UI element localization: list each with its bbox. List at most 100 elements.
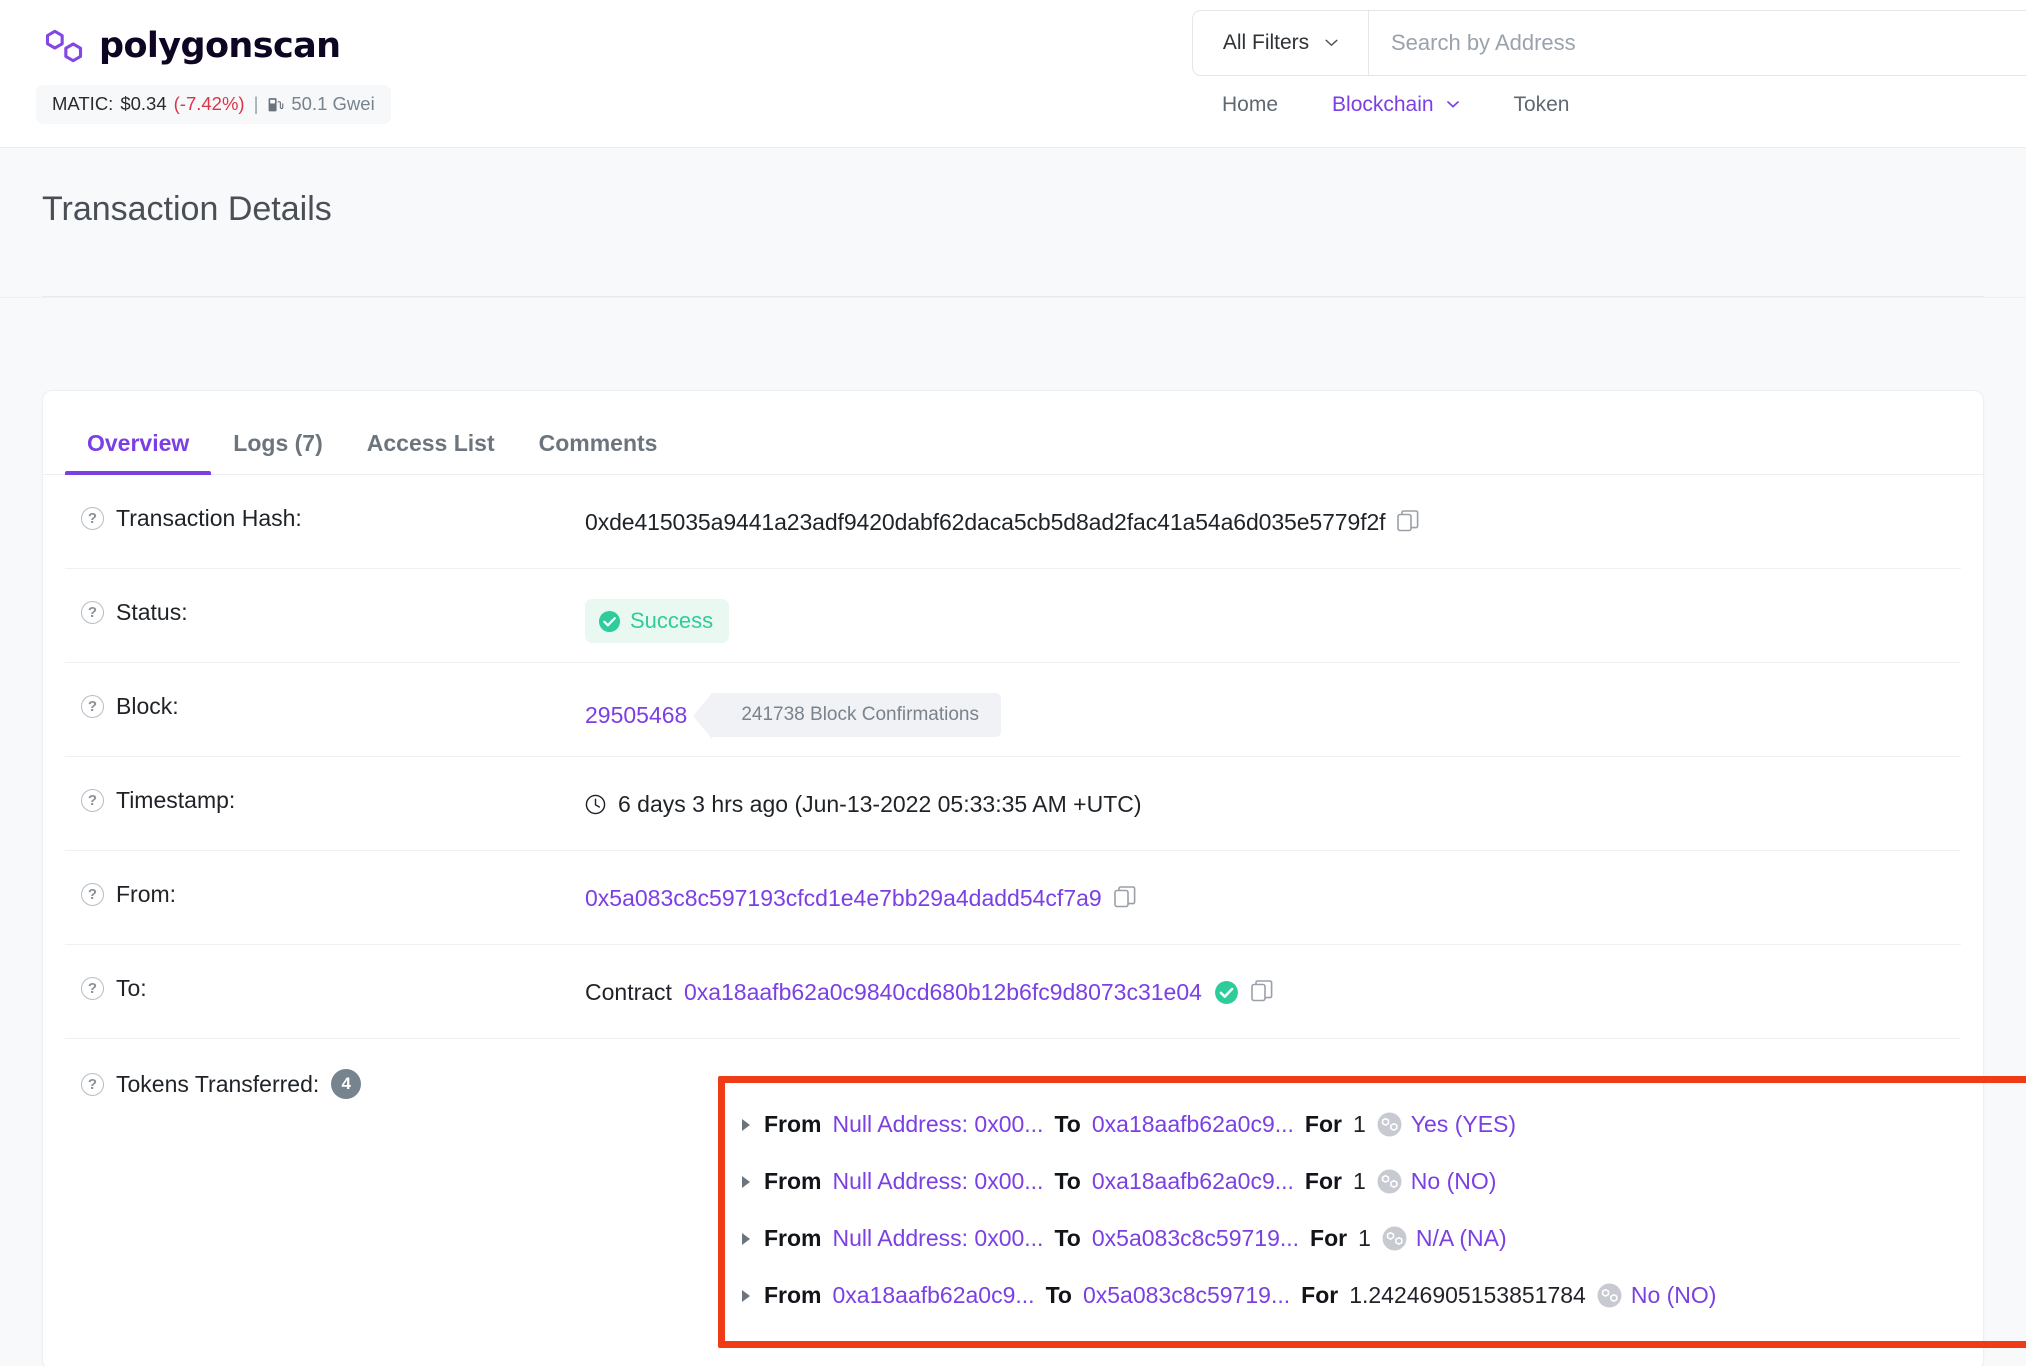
ticker-change: (-7.42%) — [174, 93, 245, 115]
chevron-down-icon — [1325, 39, 1338, 47]
verified-check-icon — [1214, 980, 1239, 1005]
copy-icon[interactable] — [1397, 510, 1419, 534]
transfer-from-link[interactable]: Null Address: 0x00... — [833, 1168, 1044, 1195]
token-chip[interactable]: No (NO) — [1597, 1282, 1717, 1309]
help-icon[interactable]: ? — [81, 789, 104, 812]
all-filters-label: All Filters — [1223, 31, 1309, 55]
tab-bar: Overview Logs (7) Access List Comments — [43, 391, 1983, 475]
token-name-link[interactable]: No (NO) — [1631, 1282, 1717, 1309]
value-block: 29505468 241738 Block Confirmations — [585, 693, 1961, 737]
main-nav: Home Blockchain Token — [1222, 93, 1569, 117]
for-keyword: For — [1301, 1282, 1338, 1309]
search-bar: All Filters — [1192, 10, 2026, 76]
table-row: From Null Address: 0x00... To 0x5a083c8c… — [742, 1210, 2026, 1267]
status-text: Success — [630, 608, 713, 634]
transfer-from-link[interactable]: Null Address: 0x00... — [833, 1225, 1044, 1252]
ticker-price: $0.34 — [120, 93, 166, 115]
tab-logs[interactable]: Logs (7) — [211, 430, 344, 474]
copy-icon[interactable] — [1251, 980, 1273, 1004]
row-status: ? Status: Success — [65, 569, 1961, 663]
transfer-to-link[interactable]: 0x5a083c8c59719... — [1092, 1225, 1299, 1252]
clock-icon — [585, 794, 606, 815]
transfer-amount: 1 — [1353, 1111, 1366, 1138]
label-text: Transaction Hash: — [116, 505, 302, 532]
label-status: ? Status: — [65, 599, 585, 626]
to-keyword: To — [1054, 1111, 1080, 1138]
help-icon[interactable]: ? — [81, 1073, 104, 1096]
row-from: ? From: 0x5a083c8c597193cfcd1e4e7bb29a4d… — [65, 851, 1961, 945]
help-icon[interactable]: ? — [81, 695, 104, 718]
label-block: ? Block: — [65, 693, 585, 720]
polygon-token-icon — [1377, 1112, 1402, 1137]
value-transaction-hash: 0xde415035a9441a23adf9420dabf62daca5cb5d… — [585, 505, 1961, 539]
block-number-link[interactable]: 29505468 — [585, 702, 687, 729]
transfer-to-link[interactable]: 0xa18aafb62a0c9... — [1092, 1168, 1294, 1195]
page-title-band: Transaction Details — [0, 148, 2026, 298]
help-icon[interactable]: ? — [81, 883, 104, 906]
title-divider — [42, 296, 1984, 297]
label-timestamp: ? Timestamp: — [65, 787, 585, 814]
polygon-token-icon — [1382, 1226, 1407, 1251]
page-title: Transaction Details — [42, 190, 332, 229]
row-to: ? To: Contract 0xa18aafb62a0c9840cd680b1… — [65, 945, 1961, 1039]
value-to: Contract 0xa18aafb62a0c9840cd680b12b6fc9… — [585, 975, 1961, 1009]
token-name-link[interactable]: No (NO) — [1411, 1168, 1497, 1195]
tokens-count-badge: 4 — [331, 1069, 361, 1099]
token-chip[interactable]: Yes (YES) — [1377, 1111, 1516, 1138]
block-confirmations-chip: 241738 Block Confirmations — [711, 693, 1001, 737]
token-transfer-list: From Null Address: 0x00... To 0xa18aafb6… — [742, 1096, 2026, 1324]
row-transaction-hash: ? Transaction Hash: 0xde415035a9441a23ad… — [65, 475, 1961, 569]
token-chip[interactable]: N/A (NA) — [1382, 1225, 1507, 1252]
label-text: Timestamp: — [116, 787, 235, 814]
transfer-amount: 1.24246905153851784 — [1349, 1282, 1586, 1309]
expand-caret-icon[interactable] — [742, 1119, 750, 1131]
transfer-amount: 1 — [1358, 1225, 1371, 1252]
help-icon[interactable]: ? — [81, 601, 104, 624]
expand-caret-icon[interactable] — [742, 1290, 750, 1302]
copy-icon[interactable] — [1114, 886, 1136, 910]
value-timestamp: 6 days 3 hrs ago (Jun-13-2022 05:33:35 A… — [585, 787, 1961, 821]
label-from: ? From: — [65, 881, 585, 908]
to-address-link[interactable]: 0xa18aafb62a0c9840cd680b12b6fc9d8073c31e… — [684, 979, 1202, 1006]
transfer-from-link[interactable]: Null Address: 0x00... — [833, 1111, 1044, 1138]
for-keyword: For — [1305, 1111, 1342, 1138]
tab-overview[interactable]: Overview — [65, 430, 211, 474]
row-timestamp: ? Timestamp: 6 days 3 hrs ago (Jun-13-20… — [65, 757, 1961, 851]
check-circle-icon — [598, 610, 621, 633]
chevron-down-icon — [1447, 101, 1459, 108]
all-filters-dropdown[interactable]: All Filters — [1193, 11, 1369, 75]
ticker-separator: | — [254, 93, 259, 115]
token-name-link[interactable]: N/A (NA) — [1416, 1225, 1507, 1252]
token-chip[interactable]: No (NO) — [1377, 1168, 1497, 1195]
transfer-amount: 1 — [1353, 1168, 1366, 1195]
site-header: polygonscan MATIC: $0.34 (-7.42%) | 50.1… — [0, 0, 2026, 148]
transfer-to-link[interactable]: 0x5a083c8c59719... — [1083, 1282, 1290, 1309]
transfer-to-link[interactable]: 0xa18aafb62a0c9... — [1092, 1111, 1294, 1138]
expand-caret-icon[interactable] — [742, 1233, 750, 1245]
help-icon[interactable]: ? — [81, 507, 104, 530]
nav-item-home[interactable]: Home — [1222, 93, 1278, 117]
search-input[interactable] — [1369, 11, 2026, 75]
label-text: Status: — [116, 599, 188, 626]
value-status: Success — [585, 599, 1961, 643]
from-keyword: From — [764, 1168, 822, 1195]
brand[interactable]: polygonscan — [42, 24, 340, 68]
expand-caret-icon[interactable] — [742, 1176, 750, 1188]
status-badge: Success — [585, 599, 729, 643]
timestamp-text: 6 days 3 hrs ago (Jun-13-2022 05:33:35 A… — [618, 791, 1142, 818]
for-keyword: For — [1305, 1168, 1342, 1195]
transfer-from-link[interactable]: 0xa18aafb62a0c9... — [833, 1282, 1035, 1309]
from-keyword: From — [764, 1225, 822, 1252]
to-contract-prefix: Contract — [585, 979, 672, 1006]
from-keyword: From — [764, 1111, 822, 1138]
tab-access-list[interactable]: Access List — [345, 430, 517, 474]
table-row: From 0xa18aafb62a0c9... To 0x5a083c8c597… — [742, 1267, 2026, 1324]
nav-item-blockchain[interactable]: Blockchain — [1332, 93, 1459, 117]
tab-comments[interactable]: Comments — [517, 430, 680, 474]
from-address-link[interactable]: 0x5a083c8c597193cfcd1e4e7bb29a4dadd54cf7… — [585, 885, 1102, 912]
token-name-link[interactable]: Yes (YES) — [1411, 1111, 1516, 1138]
ticker-symbol: MATIC: — [52, 93, 113, 115]
label-to: ? To: — [65, 975, 585, 1002]
nav-item-token[interactable]: Token — [1513, 93, 1569, 117]
help-icon[interactable]: ? — [81, 977, 104, 1000]
